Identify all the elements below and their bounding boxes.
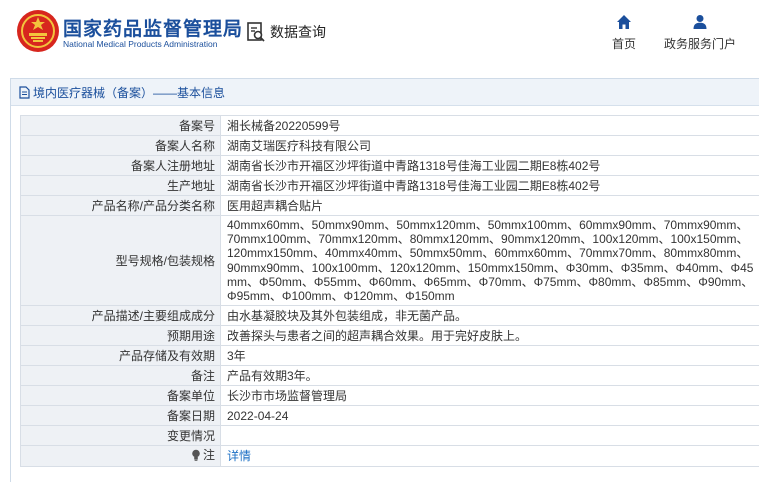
table-row: 产品描述/主要组成成分 由水基凝胶块及其外包装组成，非无菌产品。	[20, 305, 759, 327]
table-row: 型号规格/包装规格 40mmx60mm、50mmx90mm、50mmx120mm…	[20, 214, 759, 307]
field-label: 预期用途	[20, 325, 221, 347]
national-emblem-logo[interactable]	[16, 9, 60, 53]
data-query-label: 数据查询	[270, 24, 326, 40]
field-label: 备案日期	[20, 405, 221, 427]
field-value: 改善探头与患者之间的超声耦合效果。用于完好皮肤上。	[220, 325, 759, 347]
table-row: 备案日期 2022-04-24	[20, 405, 759, 427]
field-value: 3年	[220, 345, 759, 367]
field-value: 产品有效期3年。	[220, 365, 759, 387]
user-icon	[693, 15, 707, 29]
field-value: 湖南省长沙市开福区沙坪街道中青路1318号佳海工业园二期E8栋402号	[220, 155, 759, 176]
breadcrumb: 境内医疗器械（备案）——基本信息	[11, 79, 759, 106]
document-search-icon	[247, 22, 265, 42]
details-cell: 详情	[220, 445, 759, 468]
detail-panel: 境内医疗器械（备案）——基本信息 备案号 湘长械备20220599号 备案人名称…	[10, 78, 759, 482]
table-row: 备案人名称 湖南艾瑞医疗科技有限公司	[20, 135, 759, 156]
breadcrumb-text: 境内医疗器械（备案）——基本信息	[33, 85, 226, 100]
field-label: 备案号	[20, 115, 221, 136]
record-info-table: 备案号 湘长械备20220599号 备案人名称 湖南艾瑞医疗科技有限公司 备案人…	[20, 115, 759, 468]
nav-home[interactable]: 首页	[608, 14, 640, 53]
field-label: 产品名称/产品分类名称	[20, 195, 221, 216]
details-link[interactable]: 详情	[227, 449, 251, 463]
field-value: 2022-04-24	[220, 405, 759, 427]
brand-title[interactable]: 国家药品监督管理局	[63, 14, 243, 41]
document-icon	[19, 85, 30, 99]
data-query-link[interactable]: 数据查询	[246, 20, 326, 44]
field-label: 变更情况	[20, 425, 221, 447]
field-label: 备案人名称	[20, 135, 221, 156]
field-label: 产品描述/主要组成成分	[20, 305, 221, 327]
field-value: 湖南艾瑞医疗科技有限公司	[220, 135, 759, 156]
note-label: 注	[191, 448, 215, 462]
lightbulb-icon	[192, 449, 200, 462]
field-value: 湖南省长沙市开福区沙坪街道中青路1318号佳海工业园二期E8栋402号	[220, 175, 759, 196]
table-row: 产品存储及有效期 3年	[20, 345, 759, 367]
field-label: 备注	[20, 365, 221, 387]
field-value-spec: 40mmx60mm、50mmx90mm、50mmx120mm、50mmx100m…	[220, 214, 759, 307]
table-row: 预期用途 改善探头与患者之间的超声耦合效果。用于完好皮肤上。	[20, 325, 759, 347]
table-row: 注 详情	[20, 445, 759, 468]
field-value	[220, 425, 759, 447]
table-row: 生产地址 湖南省长沙市开福区沙坪街道中青路1318号佳海工业园二期E8栋402号	[20, 175, 759, 196]
note-label-cell: 注	[20, 445, 221, 468]
table-row: 备案单位 长沙市市场监督管理局	[20, 385, 759, 407]
nav-service-portal[interactable]: 政务服务门户	[660, 14, 740, 53]
field-value: 湘长械备20220599号	[220, 115, 759, 136]
note-label-text: 注	[202, 448, 215, 463]
table-row: 产品名称/产品分类名称 医用超声耦合贴片	[20, 195, 759, 216]
field-label: 备案单位	[20, 385, 221, 407]
field-value: 医用超声耦合贴片	[220, 195, 759, 216]
field-label: 备案人注册地址	[20, 155, 221, 176]
field-label: 型号规格/包装规格	[20, 214, 221, 307]
field-value: 长沙市市场监督管理局	[220, 385, 759, 407]
table-row: 备案人注册地址 湖南省长沙市开福区沙坪街道中青路1318号佳海工业园二期E8栋4…	[20, 155, 759, 176]
nav-service-label: 政务服务门户	[663, 37, 736, 51]
home-icon	[617, 15, 631, 29]
field-label: 生产地址	[20, 175, 221, 196]
table-row: 备案号 湘长械备20220599号	[20, 115, 759, 136]
brand-subtitle: National Medical Products Administration	[63, 39, 218, 49]
table-row: 变更情况	[20, 425, 759, 447]
field-value: 由水基凝胶块及其外包装组成，非无菌产品。	[220, 305, 759, 327]
table-row: 备注 产品有效期3年。	[20, 365, 759, 387]
field-label: 产品存储及有效期	[20, 345, 221, 367]
nav-home-label: 首页	[611, 37, 636, 51]
site-header: 国家药品监督管理局 National Medical Products Admi…	[0, 0, 759, 66]
